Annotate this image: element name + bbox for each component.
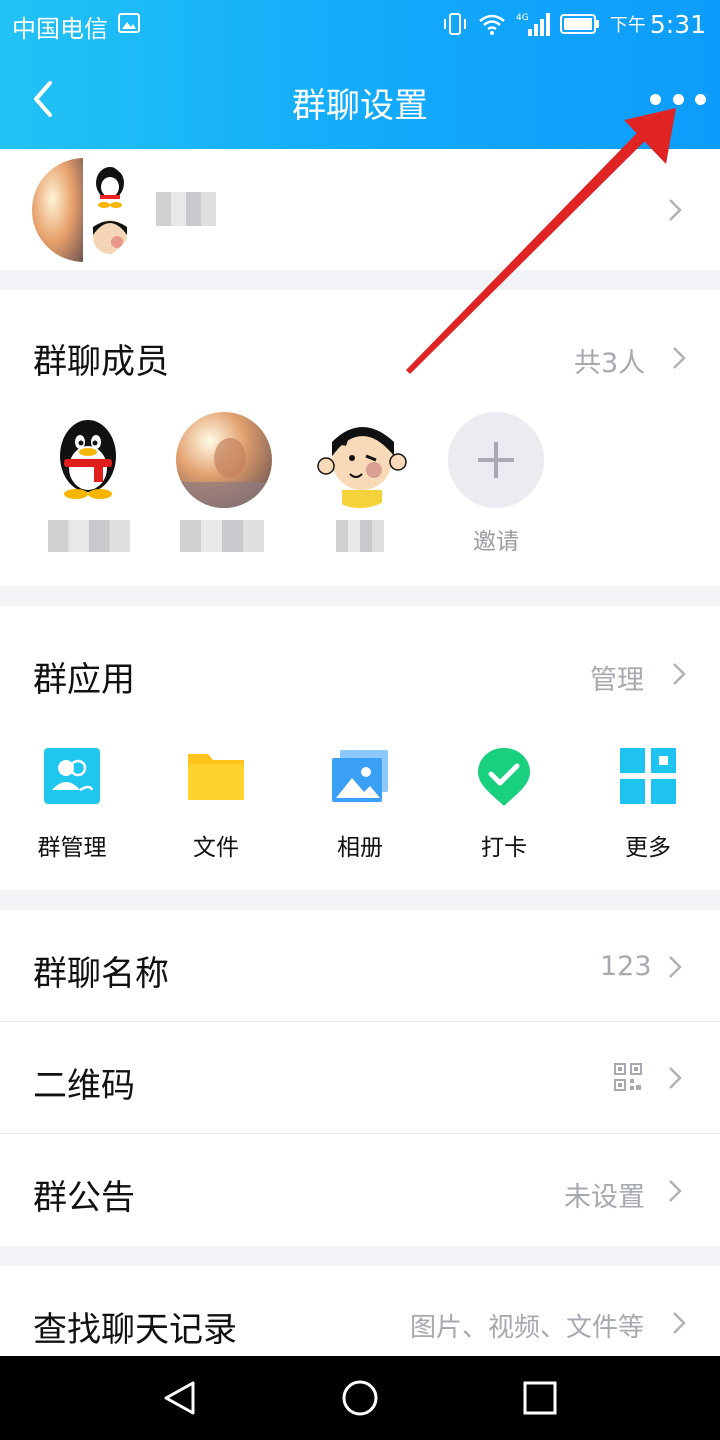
qr-code-chevron-icon[interactable]: [668, 1066, 682, 1090]
group-avatar: [32, 158, 136, 262]
app-label: 文件: [193, 835, 239, 861]
clock-time: 5:31: [649, 9, 706, 39]
members-count[interactable]: 共3人: [574, 341, 645, 380]
group-name-masked: [156, 192, 216, 226]
app-check-in[interactable]: 打卡: [449, 746, 559, 862]
check-in-icon: [478, 748, 530, 806]
search-history-chevron-icon[interactable]: [672, 1311, 686, 1335]
album-icon: [332, 750, 388, 802]
signal-4g-icon: 4G: [516, 13, 550, 36]
wifi-icon: [479, 14, 505, 35]
member-name-masked: [48, 520, 130, 552]
app-label: 打卡: [481, 835, 527, 861]
group-name-chevron-icon[interactable]: [668, 955, 682, 979]
app-album[interactable]: 相册: [305, 746, 415, 862]
notice-title[interactable]: 群公告: [33, 1170, 135, 1219]
invite-label[interactable]: 邀请: [448, 522, 544, 556]
group-name-title[interactable]: 群聊名称: [33, 946, 169, 995]
app-label: 群管理: [37, 835, 107, 861]
header-bar: 中国电信 4G 下午 5:31 群聊设置: [0, 0, 720, 149]
more-dot: [650, 93, 661, 105]
members-chevron-icon[interactable]: [672, 346, 686, 370]
plus-icon: [478, 442, 514, 478]
notice-chevron-icon[interactable]: [668, 1179, 682, 1203]
app-group-manage[interactable]: 群管理: [17, 746, 127, 862]
app-files[interactable]: 文件: [161, 746, 271, 862]
member-avatar-photo[interactable]: [176, 412, 272, 508]
app-more[interactable]: 更多: [593, 746, 703, 862]
members-title: 群聊成员: [33, 342, 169, 382]
row-divider: [0, 1133, 720, 1134]
member-avatar-cartoon[interactable]: [312, 412, 408, 508]
apps-manage-link[interactable]: 管理: [590, 658, 644, 697]
battery-icon: [559, 14, 599, 34]
more-button[interactable]: [650, 86, 706, 112]
svg-text:4G: 4G: [516, 13, 529, 23]
group-info-chevron-icon: [668, 198, 682, 222]
apps-title: 群应用: [33, 660, 135, 700]
apps-chevron-icon[interactable]: [672, 662, 686, 686]
grid-more-icon: [620, 748, 676, 804]
member-avatar-penguin[interactable]: [40, 412, 136, 508]
qr-code-icon: [614, 1063, 642, 1091]
nav-recents-icon[interactable]: [522, 1380, 558, 1416]
search-history-value: 图片、视频、文件等: [410, 1313, 645, 1343]
notice-value: 未设置: [564, 1182, 645, 1213]
vibrate-icon: [443, 13, 466, 35]
search-history-title[interactable]: 查找聊天记录: [33, 1302, 237, 1351]
page-title: 群聊设置: [292, 86, 428, 126]
time-prefix: 下午: [609, 15, 646, 36]
group-name-value: 123: [600, 951, 652, 982]
group-manage-icon: [44, 748, 100, 804]
nav-home-icon[interactable]: [340, 1378, 380, 1418]
more-dot: [695, 93, 706, 105]
gallery-notification-icon: [118, 13, 140, 33]
member-name-masked: [180, 520, 264, 552]
member-name-masked: [336, 520, 384, 552]
folder-icon: [188, 754, 244, 800]
row-divider: [0, 1021, 720, 1022]
qr-code-title[interactable]: 二维码: [33, 1058, 135, 1107]
more-dot: [672, 93, 684, 105]
system-navigation-bar: [0, 1356, 720, 1440]
carrier-label: 中国电信: [12, 15, 108, 43]
app-label: 更多: [625, 835, 671, 861]
nav-back-icon[interactable]: [162, 1380, 198, 1416]
app-label: 相册: [337, 835, 383, 861]
navigation-bar: 群聊设置: [0, 50, 720, 149]
status-right: 4G 下午 5:31: [442, 8, 706, 40]
status-bar: 中国电信 4G 下午 5:31: [0, 0, 720, 50]
invite-button[interactable]: [448, 412, 544, 508]
